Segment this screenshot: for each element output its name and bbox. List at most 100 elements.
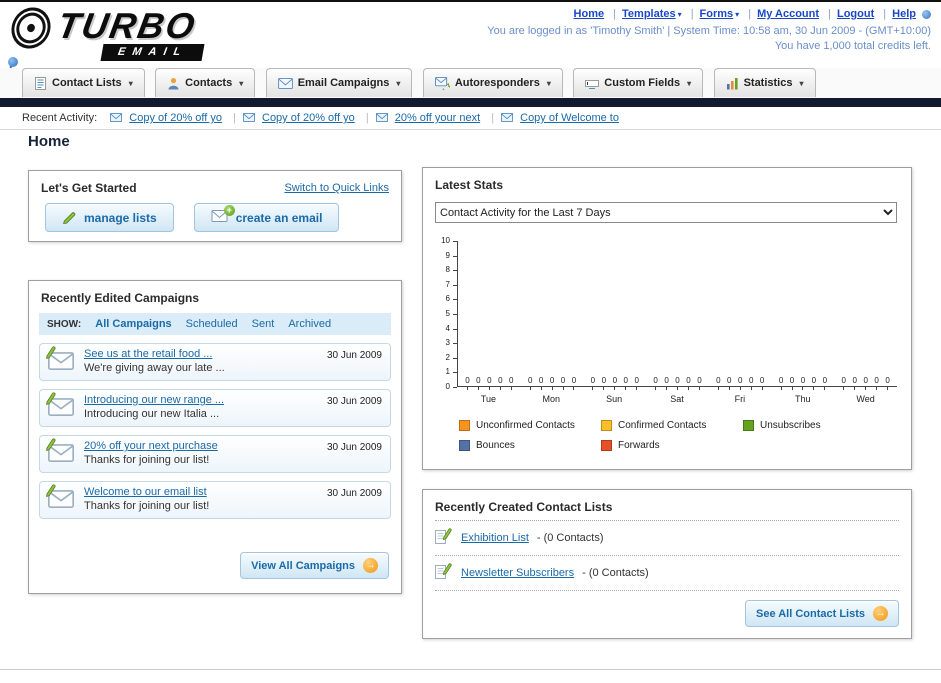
tab-contacts[interactable]: Contacts ▾ bbox=[155, 68, 256, 97]
y-axis-label: 1 bbox=[445, 367, 450, 377]
divider: | bbox=[365, 112, 369, 124]
filter-archived[interactable]: Archived bbox=[288, 318, 331, 330]
recent-campaigns-panel: Recently Edited Campaigns SHOW: All Camp… bbox=[28, 280, 402, 594]
contact-list-link[interactable]: Exhibition List bbox=[461, 532, 529, 544]
logo-swirl-icon bbox=[14, 9, 48, 47]
x-axis-tick bbox=[750, 386, 752, 390]
bar-cell: 0 bbox=[778, 376, 785, 390]
value-label: 0 bbox=[863, 376, 868, 385]
contact-list-link[interactable]: Newsletter Subscribers bbox=[461, 567, 574, 579]
x-axis-label: Thu bbox=[794, 394, 811, 404]
footer-divider bbox=[0, 669, 941, 670]
campaign-date: 30 Jun 2009 bbox=[326, 442, 382, 453]
statistics-icon bbox=[726, 77, 738, 89]
caret-down-icon: ▾ bbox=[128, 78, 133, 88]
x-axis-tick bbox=[843, 386, 845, 390]
value-label: 0 bbox=[560, 376, 566, 385]
y-axis-tick bbox=[453, 387, 457, 388]
page-title: Home bbox=[28, 133, 70, 150]
envelope-icon bbox=[375, 113, 388, 122]
value-label: 0 bbox=[778, 376, 784, 385]
view-all-campaigns-label: View All Campaigns bbox=[251, 559, 355, 572]
tab-custom-fields[interactable]: Custom Fields ▾ bbox=[573, 68, 704, 97]
legend-label: Forwards bbox=[618, 440, 660, 451]
value-label: 0 bbox=[874, 376, 879, 385]
x-axis-tick bbox=[466, 386, 468, 390]
bar-cell: 0 bbox=[527, 376, 534, 390]
bar-cell: 0 bbox=[759, 376, 766, 390]
nav-help-link[interactable]: Help bbox=[892, 8, 916, 20]
caret-down-icon: ▾ bbox=[677, 10, 682, 19]
x-axis-tick bbox=[529, 386, 531, 390]
legend-swatch bbox=[459, 440, 470, 451]
filter-scheduled[interactable]: Scheduled bbox=[186, 318, 238, 330]
recent-activity-item[interactable]: Copy of 20% off yo bbox=[129, 112, 222, 124]
create-email-button[interactable]: + create an email bbox=[193, 203, 340, 232]
tab-statistics[interactable]: Statistics ▾ bbox=[713, 68, 816, 97]
tab-autoresponders[interactable]: Autoresponders ▾ bbox=[422, 68, 563, 97]
main-navigation: Contact Lists ▾ Contacts ▾ Email Campaig… bbox=[0, 68, 941, 98]
y-axis-label: 8 bbox=[445, 265, 450, 275]
nav-logout-link[interactable]: Logout bbox=[837, 8, 874, 20]
value-label: 0 bbox=[653, 376, 658, 385]
pencil-icon bbox=[46, 484, 56, 497]
bar-cell: 0 bbox=[685, 376, 692, 390]
chart-plot-area: 00000000000000000000000000000000000 bbox=[457, 241, 897, 390]
nav-home-link[interactable]: Home bbox=[574, 8, 605, 20]
campaign-row[interactable]: Welcome to our email list Thanks for joi… bbox=[39, 481, 391, 519]
legend-swatch bbox=[743, 420, 754, 431]
custom-fields-icon bbox=[585, 79, 600, 89]
campaign-row[interactable]: Introducing our new range ... Introducin… bbox=[39, 389, 391, 427]
x-axis-tick bbox=[540, 386, 542, 390]
value-label: 0 bbox=[634, 376, 639, 385]
nav-forms-link[interactable]: Forms bbox=[700, 8, 734, 20]
divider: | bbox=[233, 112, 236, 124]
tab-label: Email Campaigns bbox=[297, 77, 390, 89]
bar-cell: 0 bbox=[497, 376, 504, 390]
legend-label: Unconfirmed Contacts bbox=[476, 420, 575, 431]
x-axis-tick bbox=[562, 386, 564, 390]
legend-swatch bbox=[459, 420, 470, 431]
view-all-campaigns-button[interactable]: View All Campaigns → bbox=[240, 552, 389, 579]
nav-templates-link[interactable]: Templates bbox=[622, 8, 676, 20]
campaign-row[interactable]: See us at the retail food ... We're givi… bbox=[39, 343, 391, 381]
email-campaigns-icon bbox=[277, 77, 293, 89]
top-nav: Home Templates▾ Forms▾ My Account Logout… bbox=[487, 8, 931, 20]
bar-cell: 0 bbox=[570, 376, 577, 390]
tab-email-campaigns[interactable]: Email Campaigns ▾ bbox=[265, 68, 413, 97]
x-axis-tick bbox=[739, 386, 741, 390]
recent-activity-item[interactable]: Copy of 20% off yo bbox=[262, 112, 355, 124]
bar-cell: 0 bbox=[840, 376, 847, 390]
x-axis-label: Mon bbox=[542, 394, 561, 404]
manage-lists-button[interactable]: manage lists bbox=[45, 203, 174, 232]
tab-contact-lists[interactable]: Contact Lists ▾ bbox=[22, 68, 145, 97]
campaign-row[interactable]: 20% off your next purchase Thanks for jo… bbox=[39, 435, 391, 473]
stats-period-select[interactable]: Contact Activity for the Last 7 Days bbox=[435, 202, 897, 223]
value-label: 0 bbox=[623, 376, 628, 385]
bar-cell: 0 bbox=[810, 376, 817, 390]
bar-cell: 0 bbox=[789, 376, 796, 390]
recent-activity-item[interactable]: 20% off your next bbox=[395, 112, 480, 124]
caret-down-icon: ▾ bbox=[546, 78, 551, 88]
arrow-right-icon: → bbox=[873, 606, 888, 621]
value-label: 0 bbox=[800, 376, 806, 385]
nav-forms-label: Forms bbox=[699, 8, 734, 20]
email-edit-icon bbox=[46, 392, 76, 420]
recent-activity-item[interactable]: Copy of Welcome to bbox=[520, 112, 619, 124]
nav-my-account-link[interactable]: My Account bbox=[757, 8, 819, 20]
switch-quick-links[interactable]: Switch to Quick Links bbox=[284, 182, 389, 194]
see-all-contact-lists-button[interactable]: See All Contact Lists → bbox=[744, 600, 899, 627]
contacts-icon bbox=[168, 77, 179, 89]
filter-sent[interactable]: Sent bbox=[252, 318, 275, 330]
bar-group: 00000 bbox=[458, 241, 521, 390]
value-label: 0 bbox=[465, 376, 470, 385]
legend-label: Unsubscribes bbox=[760, 420, 821, 431]
x-axis-label: Tue bbox=[480, 394, 497, 404]
bar-cell: 0 bbox=[674, 376, 681, 390]
contact-activity-chart: 0 1 2 3 4 5 6 7 8 9 10 000000000000000000000000000… bbox=[433, 237, 897, 460]
see-all-contact-lists-label: See All Contact Lists bbox=[755, 607, 865, 620]
contact-list-item: Exhibition List - (0 Contacts) bbox=[423, 521, 911, 555]
caret-down-icon: ▾ bbox=[239, 78, 244, 88]
filter-all-campaigns[interactable]: All Campaigns bbox=[95, 318, 171, 330]
value-label: 0 bbox=[841, 376, 846, 385]
